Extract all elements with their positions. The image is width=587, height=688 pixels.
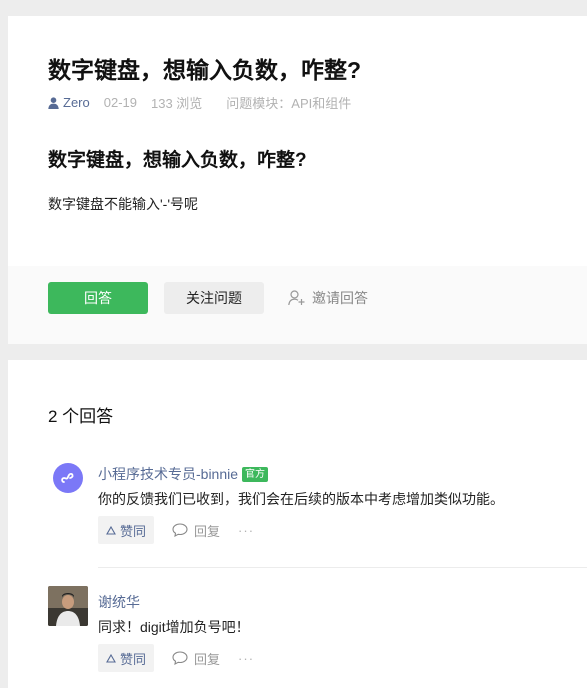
question-body-heading: 数字键盘，想输入负数，咋整? — [48, 150, 307, 171]
comment-icon — [172, 523, 188, 537]
question-title: 数字键盘，想输入负数，咋整? — [48, 57, 362, 83]
reply-label: 回复 — [194, 523, 221, 539]
author-name: Zero — [63, 95, 90, 110]
answer-author[interactable]: 小程序技术专员-binnie 官方 — [98, 464, 269, 484]
answer-actions: 赞同 回复 ··· — [98, 644, 254, 672]
user-photo-icon — [48, 586, 88, 626]
question-author[interactable]: Zero — [48, 95, 90, 110]
invite-answer-label: 邀请回答 — [312, 290, 368, 306]
reply-label: 回复 — [194, 651, 221, 667]
reply-button[interactable]: 回复 — [172, 521, 220, 540]
miniprogram-logo-icon[interactable] — [53, 463, 83, 493]
like-label: 赞同 — [120, 651, 147, 667]
answer-text: 你的反馈我们已收到，我们会在后续的版本中考虑增加类似功能。 — [98, 491, 504, 507]
question-views: 133 浏览 — [150, 96, 203, 111]
answer-button[interactable]: 回答 — [48, 282, 148, 314]
reply-button[interactable]: 回复 — [172, 649, 220, 668]
user-icon — [48, 96, 59, 109]
follow-question-button[interactable]: 关注问题 — [164, 282, 264, 314]
answer-text: 同求！digit增加负号吧！ — [98, 619, 250, 635]
answers-count: 2 个回答 — [48, 407, 114, 426]
answer-actions: 赞同 回复 ··· — [98, 516, 254, 544]
question-category[interactable]: 问题模块：API和组件 — [226, 93, 351, 112]
invite-answer-button[interactable]: 邀请回答 — [288, 282, 388, 314]
answer-author[interactable]: 谢统华 — [98, 592, 140, 612]
user-avatar[interactable] — [48, 586, 88, 626]
official-badge: 官方 — [242, 466, 269, 482]
answer-author-name: 谢统华 — [98, 594, 140, 610]
more-options-button[interactable]: ··· — [238, 523, 254, 538]
more-options-button[interactable]: ··· — [238, 651, 254, 666]
like-button[interactable]: 赞同 — [98, 644, 155, 672]
miniprogram-glyph-icon — [61, 472, 74, 483]
answer-divider — [98, 567, 587, 568]
answers-card: 2 个回答 小程序技术专员-binnie 官方 你的反馈我们已收到，我们会在后续… — [8, 360, 587, 688]
comment-icon — [172, 651, 188, 665]
add-user-icon — [288, 290, 305, 306]
like-button[interactable]: 赞同 — [98, 516, 155, 544]
question-date: 02-19 — [103, 95, 137, 110]
question-meta: Zero 02-19 133 浏览 问题模块：API和组件 — [48, 93, 351, 112]
upvote-icon — [106, 653, 116, 663]
question-card: 数字键盘，想输入负数，咋整? Zero 02-19 133 浏览 问题模块：AP… — [8, 16, 587, 344]
upvote-icon — [106, 525, 116, 535]
question-body-text: 数字键盘不能输入'-'号呢 — [48, 196, 199, 212]
question-action-bar: 回答 关注问题 邀请回答 — [8, 266, 587, 344]
answer-author-name: 小程序技术专员-binnie — [98, 466, 239, 482]
like-label: 赞同 — [120, 523, 147, 539]
